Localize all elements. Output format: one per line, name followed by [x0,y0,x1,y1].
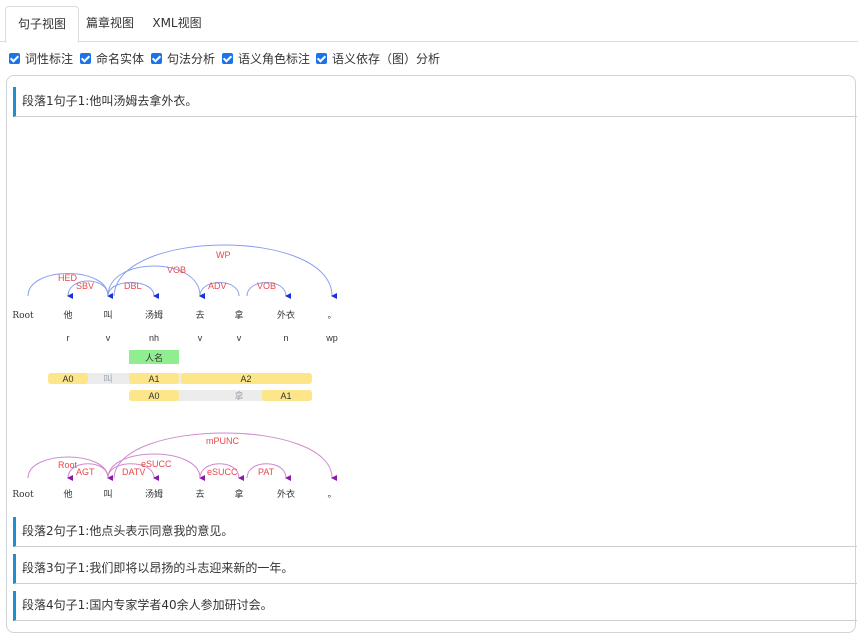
pos-4: v [198,333,203,343]
analysis-visualization: HED SBV DBL VOB ADV VOB WP Root 他 叫 汤姆 去… [12,244,338,500]
sdp-label-esucc-1: eSUCC [141,459,172,469]
dep-label-sbv: SBV [76,281,94,291]
ner-checkbox[interactable] [80,53,91,64]
sdp-label-agt: AGT [76,467,95,477]
sdp-label-mpunc: mPUNC [206,436,239,446]
pos-row: r v nh v v n wp [67,333,338,343]
word-3: 汤姆 [145,309,163,321]
word-7: 。 [327,311,336,321]
srl-label-a1-1: A1 [148,374,159,384]
sentence-header-3[interactable]: 段落3句子1:我们即将以昂扬的斗志迎来新的一年。 [13,554,857,584]
srl-pred-1: 叫 [103,374,112,384]
srl-label-a1-2: A1 [280,391,291,401]
tab-xml-view[interactable]: XML视图 [145,6,209,40]
srl-label-a2-1: A2 [240,374,251,384]
srl-pred-2: 拿 [234,390,243,401]
sdp-word-6: 外衣 [277,488,295,500]
sentence-header-2[interactable]: 段落2句子1:他点头表示同意我的意见。 [13,517,857,547]
sdp-label-root: Root [58,460,78,470]
sdp-word-3: 汤姆 [145,488,163,500]
srl-label-a0-1: A0 [62,374,73,384]
syntax-parsing-checkbox[interactable] [151,53,162,64]
word-1: 他 [63,309,72,321]
word-2: 叫 [103,310,112,321]
dep-label-vob-1: VOB [167,265,186,275]
syntax-parsing-label: 句法分析 [167,52,216,66]
sdp-label: 语义依存（图）分析 [332,52,441,66]
sentence-header-1[interactable]: 段落1句子1:他叫汤姆去拿外衣。 [13,87,857,117]
word-6: 外衣 [277,309,295,321]
tab-sentence-view[interactable]: 句子视图 [5,6,79,43]
sdp-arcs [27,432,338,482]
pos-5: v [237,333,242,343]
sdp-labels: Root AGT DATV eSUCC eSUCC PAT mPUNC [58,436,275,477]
dependency-labels: HED SBV DBL VOB ADV VOB WP [58,250,276,291]
ner-label-person: 人名 [145,352,163,363]
pos-tagging-checkbox[interactable] [9,53,20,64]
dep-label-adv: ADV [208,281,227,291]
pos-1: r [67,333,70,343]
sdp-word-root: Root [12,490,34,500]
sdp-word-4: 去 [195,488,204,500]
result-panel: 段落1句子1:他叫汤姆去拿外衣。 HED SBV DBL VOB ADV VOB… [6,75,857,633]
dep-label-wp: WP [216,250,231,260]
tab-discourse-view[interactable]: 篇章视图 [80,6,140,40]
pos-7: wp [325,333,338,343]
words-row-2: Root 他 叫 汤姆 去 拿 外衣 。 [12,488,336,500]
pos-tagging-label: 词性标注 [25,52,74,66]
sentence-header-4[interactable]: 段落4句子1:国内专家学者40余人参加研讨会。 [13,591,857,621]
dep-label-hed: HED [58,273,78,283]
sdp-label-pat: PAT [258,467,275,477]
srl-checkbox[interactable] [222,53,233,64]
ner-label: 命名实体 [96,52,145,66]
view-tabs: 句子视图 篇章视图 XML视图 [0,6,858,43]
sdp-label-esucc-2: eSUCC [207,467,238,477]
sdp-checkbox[interactable] [316,53,327,64]
dep-arc-vob-1 [107,265,206,299]
words-row-1: Root 他 叫 汤姆 去 拿 外衣 。 [12,309,336,321]
sdp-word-5: 拿 [234,488,243,500]
word-5: 拿 [234,309,243,321]
srl-label: 语义角色标注 [238,52,311,66]
dep-label-dbl: DBL [124,281,142,291]
sdp-word-2: 叫 [103,489,112,500]
pos-6: n [283,333,288,343]
word-root: Root [12,311,34,321]
sdp-word-1: 他 [63,488,72,500]
sdp-word-7: 。 [327,490,336,500]
srl-label-a0-2: A0 [148,391,159,401]
word-4: 去 [195,309,204,321]
pos-2: v [106,333,111,343]
dep-label-vob-2: VOB [257,281,276,291]
pos-3: nh [149,333,159,343]
